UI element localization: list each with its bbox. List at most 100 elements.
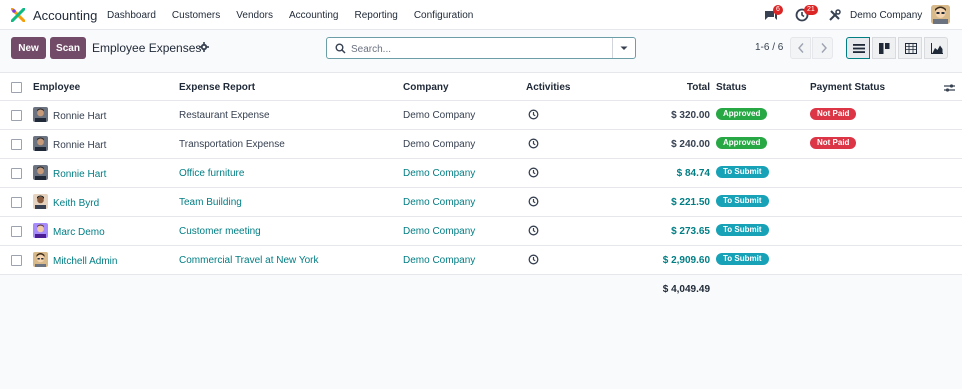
row-checkbox[interactable]	[11, 255, 22, 266]
activity-clock-icon[interactable]	[528, 167, 539, 178]
company-name[interactable]: Demo Company	[403, 139, 475, 150]
column-header-payment-status[interactable]: Payment Status	[810, 82, 885, 93]
employee-avatar	[33, 223, 48, 238]
menu-vendors[interactable]: Vendors	[236, 10, 273, 21]
list-view-button[interactable]	[846, 37, 870, 59]
table-row[interactable]: Ronnie Hart Transportation Expense Demo Co…	[0, 130, 962, 159]
app-name[interactable]: Accounting	[33, 8, 97, 23]
company-switcher[interactable]: Demo Company	[850, 10, 922, 21]
area-chart-icon	[931, 43, 943, 54]
employee-avatar	[33, 194, 48, 209]
kanban-view-icon	[879, 43, 890, 54]
expense-report-name[interactable]: Team Building	[179, 197, 242, 208]
status-badge: To Submit	[716, 195, 769, 207]
employee-name[interactable]: Ronnie Hart	[53, 140, 106, 151]
menu-configuration[interactable]: Configuration	[414, 10, 473, 21]
expense-report-name[interactable]: Commercial Travel at New York	[179, 255, 319, 266]
payment-status-badge: Not Paid	[810, 108, 857, 120]
table-row[interactable]: Ronnie Hart Office furniture Demo Company $…	[0, 159, 962, 188]
table-row[interactable]: Ronnie Hart Restaurant Expense Demo Compan…	[0, 101, 962, 130]
column-header-expense-report[interactable]: Expense Report	[179, 82, 255, 93]
chevron-right-icon	[821, 43, 827, 53]
user-avatar[interactable]	[931, 5, 950, 24]
activity-clock-icon[interactable]	[528, 138, 539, 149]
select-all-checkbox[interactable]	[11, 82, 22, 93]
company-name[interactable]: Demo Company	[403, 255, 475, 266]
expense-report-name[interactable]: Transportation Expense	[179, 139, 285, 150]
table-row[interactable]: Keith Byrd Team Building Demo Company $ 221…	[0, 188, 962, 217]
accounting-app-logo-icon[interactable]	[11, 8, 25, 22]
row-checkbox[interactable]	[11, 110, 22, 121]
row-checkbox[interactable]	[11, 197, 22, 208]
activity-clock-icon[interactable]	[528, 225, 539, 236]
column-header-status[interactable]: Status	[716, 82, 747, 93]
column-header-activities[interactable]: Activities	[526, 82, 570, 93]
expense-report-name[interactable]: Restaurant Expense	[179, 110, 270, 121]
employee-name[interactable]: Keith Byrd	[53, 198, 99, 209]
expense-report-name[interactable]: Office furniture	[179, 168, 244, 179]
search-bar	[326, 37, 636, 59]
status-badge: Approved	[716, 108, 768, 120]
graph-view-button[interactable]	[924, 37, 948, 59]
employee-avatar	[33, 136, 48, 151]
column-header-employee[interactable]: Employee	[33, 82, 80, 93]
company-name[interactable]: Demo Company	[403, 226, 475, 237]
new-button[interactable]: New	[11, 37, 46, 59]
employee-avatar	[33, 107, 48, 122]
activities-count-badge: 21	[804, 5, 818, 15]
total-amount: $ 84.74	[676, 168, 710, 179]
employee-avatar	[33, 165, 48, 180]
employee-name[interactable]: Marc Demo	[53, 227, 105, 238]
activity-clock-icon[interactable]	[528, 109, 539, 120]
menu-dashboard[interactable]: Dashboard	[107, 10, 156, 21]
gear-icon[interactable]	[199, 42, 209, 52]
pager-next-button[interactable]	[812, 37, 833, 59]
payment-status-badge: Not Paid	[810, 137, 857, 149]
scan-button[interactable]: Scan	[50, 37, 86, 59]
optional-columns-toggle-icon[interactable]	[944, 83, 955, 93]
menu-reporting[interactable]: Reporting	[354, 10, 397, 21]
status-badge: To Submit	[716, 166, 769, 178]
company-name[interactable]: Demo Company	[403, 110, 475, 121]
menu-customers[interactable]: Customers	[172, 10, 220, 21]
grand-total: $ 4,049.49	[662, 284, 710, 295]
status-badge: To Submit	[716, 253, 769, 265]
expense-report-name[interactable]: Customer meeting	[179, 226, 261, 237]
search-input[interactable]	[349, 41, 613, 57]
table-row[interactable]: Mitchell Admin Commercial Travel at New Y…	[0, 246, 962, 275]
row-checkbox[interactable]	[11, 226, 22, 237]
search-icon	[335, 43, 346, 54]
main-menu: Dashboard Customers Vendors Accounting R…	[107, 10, 489, 21]
menu-accounting[interactable]: Accounting	[289, 10, 338, 21]
total-amount: $ 273.65	[671, 226, 710, 237]
user-avatar-image-icon	[931, 5, 950, 24]
activity-clock-icon[interactable]	[528, 196, 539, 207]
page-title: Employee Expenses	[92, 41, 202, 55]
employee-name[interactable]: Ronnie Hart	[53, 111, 106, 122]
table-row[interactable]: Marc Demo Customer meeting Demo Company $ 2…	[0, 217, 962, 246]
debug-tools-icon[interactable]	[828, 8, 844, 24]
activity-clock-icon[interactable]	[528, 254, 539, 265]
column-header-total[interactable]: Total	[687, 82, 710, 93]
pager-value[interactable]: 1-6 / 6	[755, 42, 783, 53]
pager-previous-button[interactable]	[790, 37, 811, 59]
employee-name[interactable]: Ronnie Hart	[53, 169, 106, 180]
total-amount: $ 320.00	[671, 110, 710, 121]
total-amount: $ 2,909.60	[662, 255, 710, 266]
status-badge: Approved	[716, 137, 768, 149]
pivot-view-button[interactable]	[898, 37, 922, 59]
top-navbar: Accounting Dashboard Customers Vendors A…	[0, 0, 962, 30]
row-checkbox[interactable]	[11, 168, 22, 179]
company-name[interactable]: Demo Company	[403, 197, 475, 208]
row-checkbox[interactable]	[11, 139, 22, 150]
pivot-table-icon	[905, 43, 917, 54]
caret-down-icon	[620, 46, 628, 50]
expense-list: Employee Expense Report Company Activiti…	[0, 72, 962, 389]
search-options-toggle[interactable]	[612, 38, 635, 58]
total-amount: $ 221.50	[671, 197, 710, 208]
company-name[interactable]: Demo Company	[403, 168, 475, 179]
kanban-view-button[interactable]	[872, 37, 896, 59]
status-badge: To Submit	[716, 224, 769, 236]
column-header-company[interactable]: Company	[403, 82, 449, 93]
employee-name[interactable]: Mitchell Admin	[53, 256, 117, 267]
